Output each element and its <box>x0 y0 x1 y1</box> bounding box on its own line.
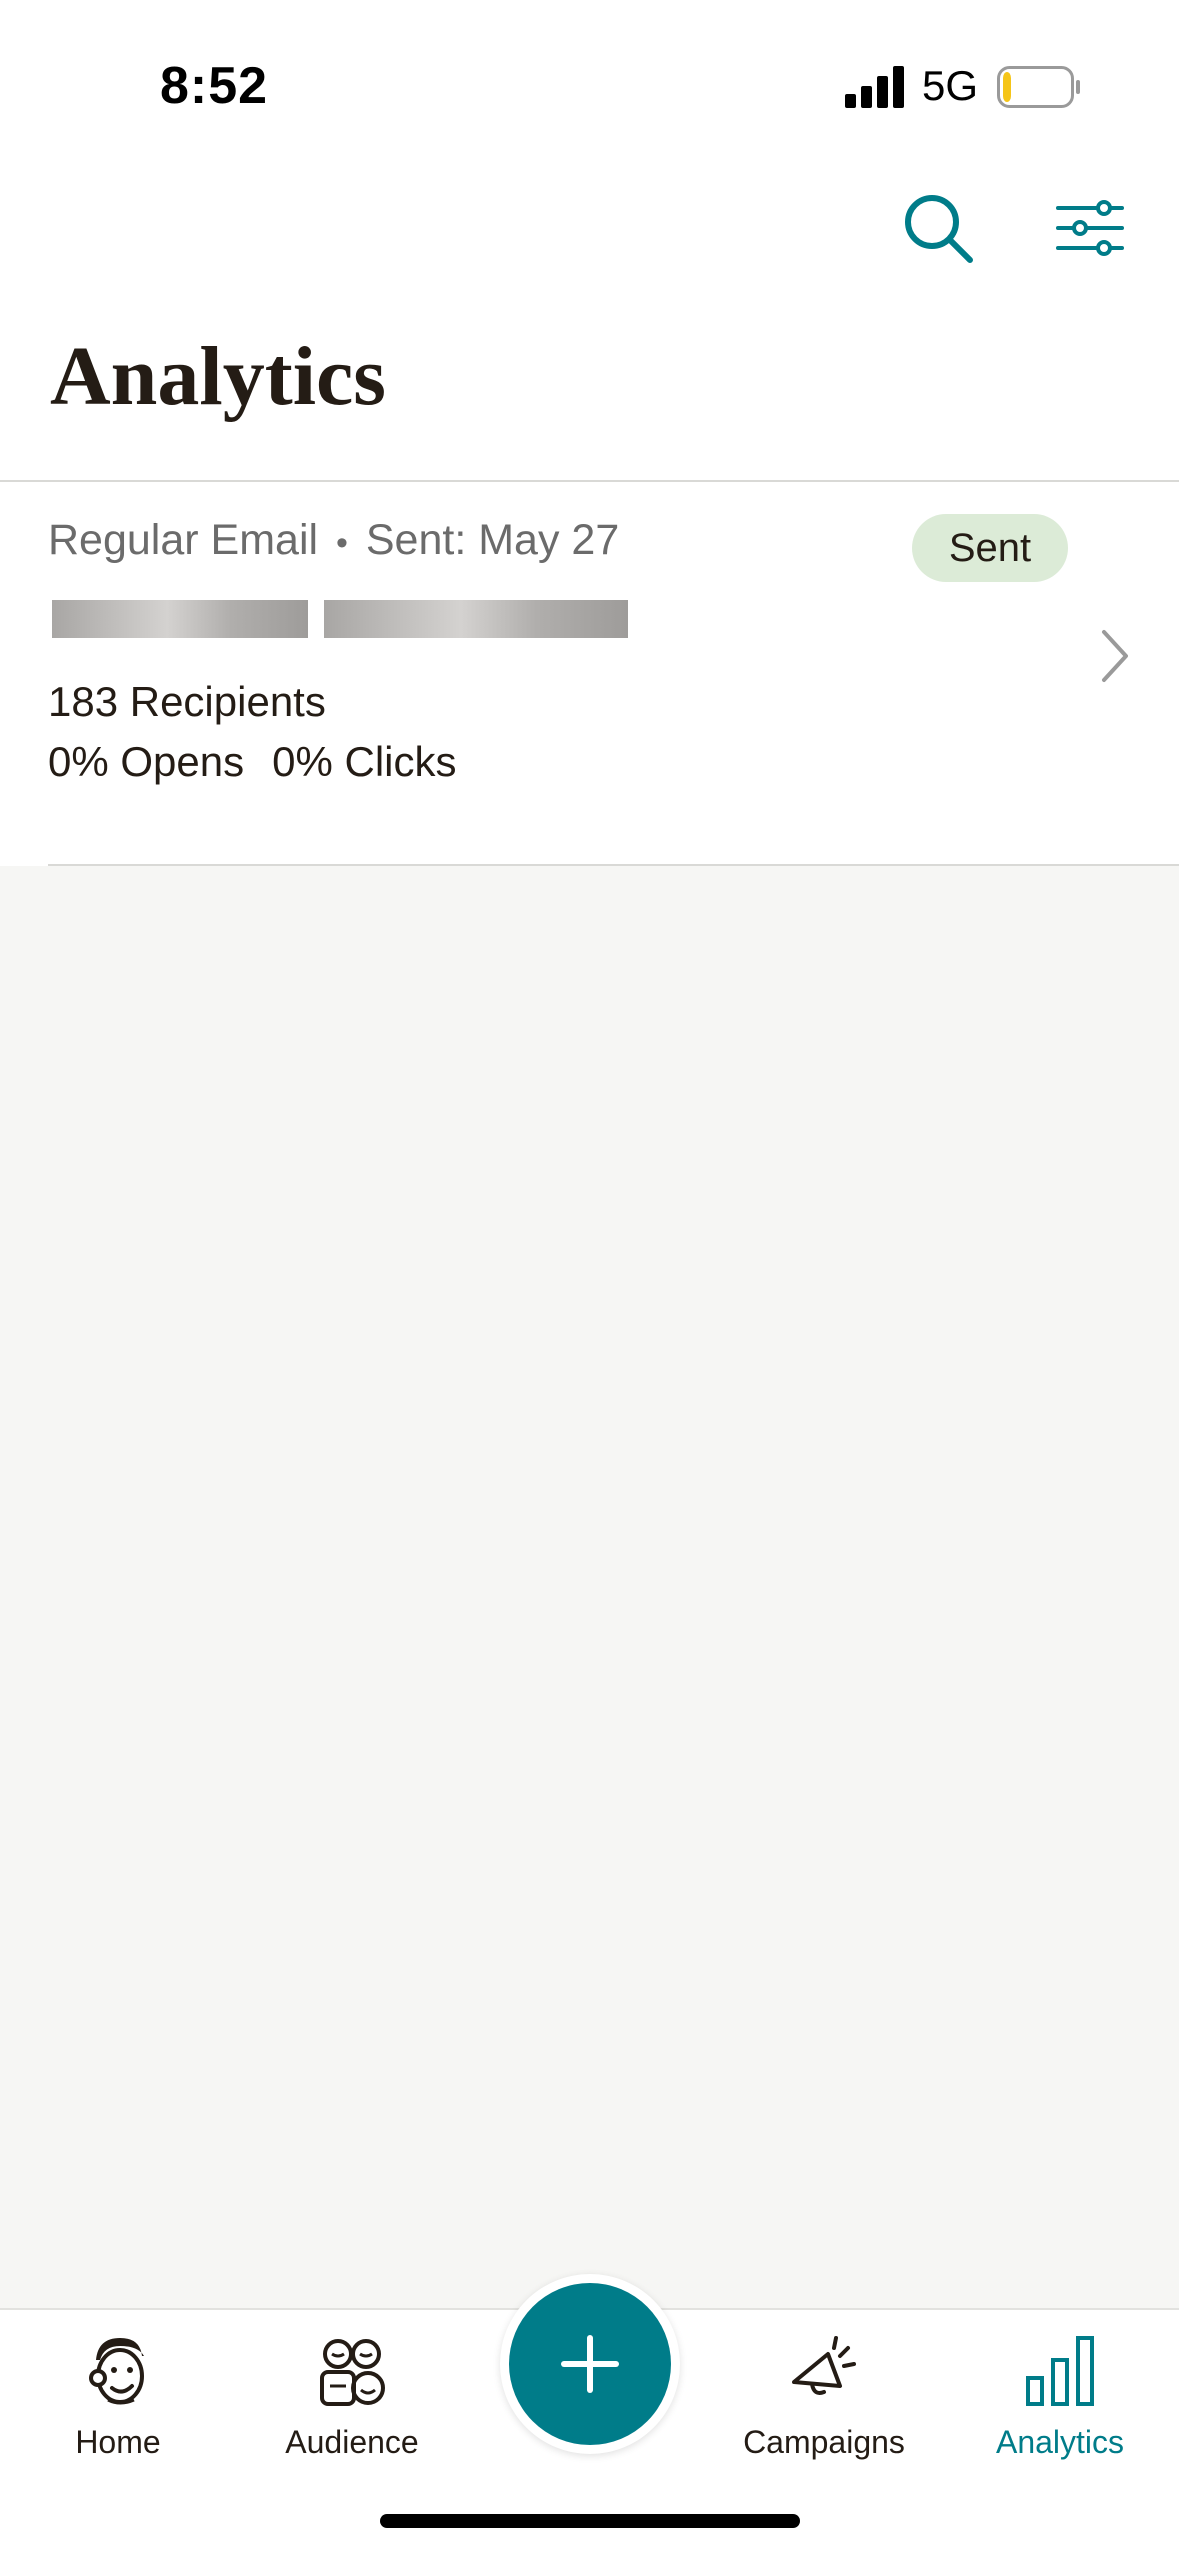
clicks-stat: 0% Clicks <box>272 738 457 785</box>
recipients-count: 183 Recipients <box>48 678 326 725</box>
home-indicator[interactable] <box>380 2514 800 2528</box>
filter-button[interactable] <box>1050 188 1130 268</box>
page-title: Analytics <box>50 330 386 423</box>
audience-icon <box>320 2339 385 2406</box>
nav-analytics[interactable]: Analytics <box>950 2330 1170 2480</box>
status-badge: Sent <box>912 514 1068 582</box>
redacted-campaign-name <box>324 600 628 638</box>
nav-home[interactable]: Home <box>8 2330 228 2480</box>
header: Analytics <box>0 150 1179 482</box>
nav-label-campaigns: Campaigns <box>743 2424 905 2460</box>
meta-separator: • <box>336 524 348 562</box>
plus-icon <box>561 2335 619 2393</box>
search-button[interactable] <box>898 188 978 268</box>
campaign-card[interactable]: Regular Email • Sent: May 27 Sent 183 Re… <box>0 482 1179 866</box>
bar-chart-icon <box>1026 2336 1094 2406</box>
opens-stat: 0% Opens <box>48 738 245 785</box>
campaign-stats: 0% Opens 0% Clicks <box>48 738 457 786</box>
create-button-ring <box>500 2274 680 2454</box>
nav-label-analytics: Analytics <box>995 2424 1125 2460</box>
status-bar: 8:52 5G <box>0 0 1179 150</box>
create-button[interactable] <box>509 2283 671 2445</box>
campaign-meta: Regular Email • Sent: May 27 <box>48 516 619 565</box>
signal-icon <box>845 66 904 108</box>
nav-label-audience: Audience <box>285 2424 419 2460</box>
battery-icon <box>997 66 1080 108</box>
nav-campaigns[interactable]: Campaigns <box>714 2330 934 2480</box>
nav-label-home: Home <box>75 2424 161 2460</box>
search-icon <box>905 195 973 263</box>
network-label: 5G <box>922 62 979 109</box>
chevron-right-icon <box>1102 630 1128 682</box>
megaphone-icon <box>792 2336 856 2395</box>
status-time: 8:52 <box>160 57 269 115</box>
freddie-icon <box>89 2338 144 2405</box>
nav-audience[interactable]: Audience <box>242 2330 462 2480</box>
sliders-icon <box>1056 200 1124 256</box>
campaign-sent-date: Sent: May 27 <box>365 516 620 564</box>
divider <box>48 864 1179 866</box>
redacted-campaign-name <box>52 600 308 638</box>
campaign-type: Regular Email <box>48 516 319 564</box>
